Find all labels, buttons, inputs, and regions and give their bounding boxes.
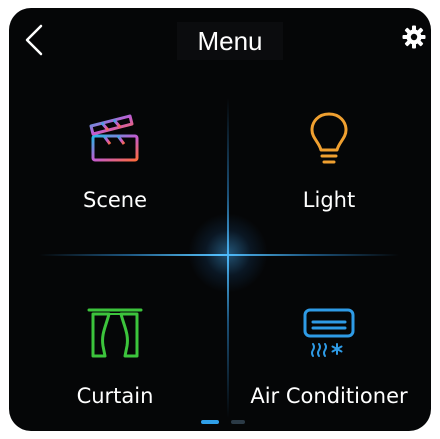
gear-icon (402, 25, 426, 49)
tile-scene-label: Scene (82, 188, 148, 212)
page-title: Menu (177, 22, 283, 60)
page-indicator (201, 420, 261, 426)
page-dot[interactable] (231, 420, 245, 424)
tile-air-conditioner-label: Air Conditioner (250, 384, 408, 408)
tile-scene[interactable]: Scene (15, 108, 215, 258)
tile-light-label: Light (302, 188, 356, 212)
air-conditioner-icon (299, 306, 359, 364)
device-screen: Menu Scene Light Curtain Air Conditioner (9, 8, 431, 431)
tile-air-conditioner[interactable]: Air Conditioner (229, 300, 429, 431)
top-bar: Menu (9, 8, 431, 76)
lightbulb-icon (308, 110, 350, 172)
back-button[interactable] (21, 22, 49, 58)
clapperboard-icon (88, 112, 142, 168)
tile-light[interactable]: Light (229, 108, 429, 258)
settings-button[interactable] (402, 25, 426, 49)
page-title-text: Menu (197, 25, 263, 56)
tile-curtain-label: Curtain (76, 384, 154, 408)
curtain-icon (87, 306, 143, 364)
chevron-left-icon (25, 24, 43, 56)
tile-curtain[interactable]: Curtain (15, 300, 215, 431)
page-dot-active[interactable] (201, 420, 219, 424)
